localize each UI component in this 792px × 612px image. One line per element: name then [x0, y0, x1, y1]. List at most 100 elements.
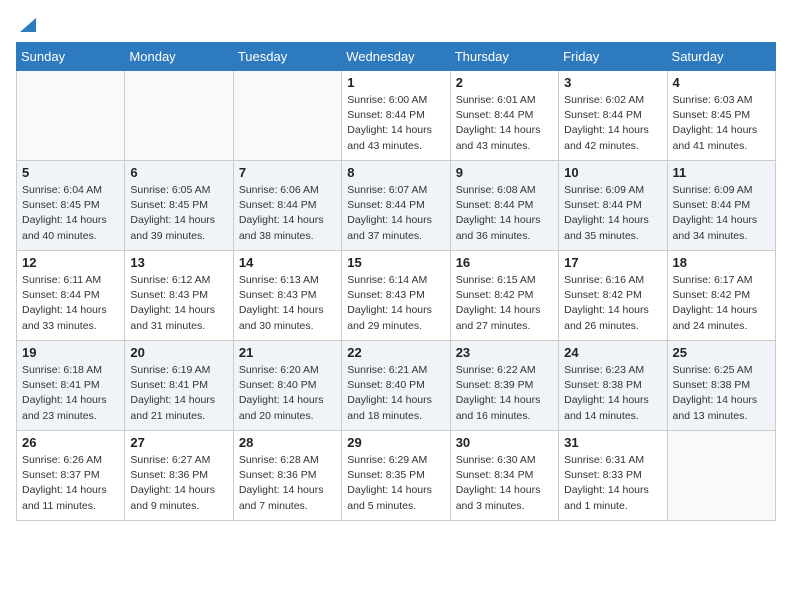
day-info: Sunrise: 6:26 AM Sunset: 8:37 PM Dayligh…	[22, 453, 119, 514]
day-info: Sunrise: 6:07 AM Sunset: 8:44 PM Dayligh…	[347, 183, 444, 244]
calendar-cell: 6 Sunrise: 6:05 AM Sunset: 8:45 PM Daylig…	[125, 161, 233, 251]
day-number: 2	[456, 75, 553, 90]
week-row-1: 1Sunrise: 6:00 AM Sunset: 8:44 PM Daylig…	[17, 71, 776, 161]
calendar-cell: 15 Sunrise: 6:14 AM Sunset: 8:43 PM Dayli…	[342, 251, 450, 341]
calendar-cell: 30 Sunrise: 6:30 AM Sunset: 8:34 PM Dayli…	[450, 431, 558, 521]
day-number: 24	[564, 345, 661, 360]
calendar-cell: 7 Sunrise: 6:06 AM Sunset: 8:44 PM Daylig…	[233, 161, 341, 251]
day-number: 26	[22, 435, 119, 450]
day-number: 19	[22, 345, 119, 360]
weekday-header-wednesday: Wednesday	[342, 43, 450, 71]
logo	[16, 16, 38, 30]
day-number: 18	[673, 255, 770, 270]
day-info: Sunrise: 6:29 AM Sunset: 8:35 PM Dayligh…	[347, 453, 444, 514]
calendar-cell: 17 Sunrise: 6:16 AM Sunset: 8:42 PM Dayli…	[559, 251, 667, 341]
day-info: Sunrise: 6:23 AM Sunset: 8:38 PM Dayligh…	[564, 363, 661, 424]
calendar-cell	[17, 71, 125, 161]
week-row-5: 26 Sunrise: 6:26 AM Sunset: 8:37 PM Dayli…	[17, 431, 776, 521]
day-info: Sunrise: 6:11 AM Sunset: 8:44 PM Dayligh…	[22, 273, 119, 334]
day-info: Sunrise: 6:14 AM Sunset: 8:43 PM Dayligh…	[347, 273, 444, 334]
day-info: Sunrise: 6:31 AM Sunset: 8:33 PM Dayligh…	[564, 453, 661, 514]
calendar-cell: 24 Sunrise: 6:23 AM Sunset: 8:38 PM Dayli…	[559, 341, 667, 431]
calendar-cell: 10Sunrise: 6:09 AM Sunset: 8:44 PM Dayli…	[559, 161, 667, 251]
day-info: Sunrise: 6:22 AM Sunset: 8:39 PM Dayligh…	[456, 363, 553, 424]
day-number: 20	[130, 345, 227, 360]
day-info: Sunrise: 6:03 AM Sunset: 8:45 PM Dayligh…	[673, 93, 770, 154]
weekday-header-sunday: Sunday	[17, 43, 125, 71]
day-number: 10	[564, 165, 661, 180]
day-number: 16	[456, 255, 553, 270]
day-number: 9	[456, 165, 553, 180]
page-header	[16, 16, 776, 30]
calendar-cell: 23 Sunrise: 6:22 AM Sunset: 8:39 PM Dayli…	[450, 341, 558, 431]
day-number: 15	[347, 255, 444, 270]
weekday-header-thursday: Thursday	[450, 43, 558, 71]
calendar-cell	[125, 71, 233, 161]
day-info: Sunrise: 6:20 AM Sunset: 8:40 PM Dayligh…	[239, 363, 336, 424]
calendar-cell: 13Sunrise: 6:12 AM Sunset: 8:43 PM Dayli…	[125, 251, 233, 341]
calendar-cell: 25 Sunrise: 6:25 AM Sunset: 8:38 PM Dayli…	[667, 341, 775, 431]
day-number: 3	[564, 75, 661, 90]
calendar-cell: 22 Sunrise: 6:21 AM Sunset: 8:40 PM Dayli…	[342, 341, 450, 431]
week-row-3: 12 Sunrise: 6:11 AM Sunset: 8:44 PM Dayli…	[17, 251, 776, 341]
day-info: Sunrise: 6:16 AM Sunset: 8:42 PM Dayligh…	[564, 273, 661, 334]
calendar-cell: 16 Sunrise: 6:15 AM Sunset: 8:42 PM Dayli…	[450, 251, 558, 341]
day-info: Sunrise: 6:06 AM Sunset: 8:44 PM Dayligh…	[239, 183, 336, 244]
calendar-cell: 26 Sunrise: 6:26 AM Sunset: 8:37 PM Dayli…	[17, 431, 125, 521]
day-number: 29	[347, 435, 444, 450]
calendar-table: SundayMondayTuesdayWednesdayThursdayFrid…	[16, 42, 776, 521]
calendar-cell	[233, 71, 341, 161]
day-info: Sunrise: 6:08 AM Sunset: 8:44 PM Dayligh…	[456, 183, 553, 244]
day-number: 7	[239, 165, 336, 180]
day-number: 31	[564, 435, 661, 450]
calendar-cell: 3 Sunrise: 6:02 AM Sunset: 8:44 PM Daylig…	[559, 71, 667, 161]
day-info: Sunrise: 6:09 AM Sunset: 8:44 PM Dayligh…	[673, 183, 770, 244]
day-info: Sunrise: 6:00 AM Sunset: 8:44 PM Dayligh…	[347, 93, 444, 154]
calendar-cell	[667, 431, 775, 521]
day-number: 22	[347, 345, 444, 360]
day-info: Sunrise: 6:13 AM Sunset: 8:43 PM Dayligh…	[239, 273, 336, 334]
day-info: Sunrise: 6:21 AM Sunset: 8:40 PM Dayligh…	[347, 363, 444, 424]
day-info: Sunrise: 6:04 AM Sunset: 8:45 PM Dayligh…	[22, 183, 119, 244]
calendar-cell: 4Sunrise: 6:03 AM Sunset: 8:45 PM Daylig…	[667, 71, 775, 161]
day-number: 27	[130, 435, 227, 450]
day-info: Sunrise: 6:02 AM Sunset: 8:44 PM Dayligh…	[564, 93, 661, 154]
day-info: Sunrise: 6:25 AM Sunset: 8:38 PM Dayligh…	[673, 363, 770, 424]
calendar-cell: 19 Sunrise: 6:18 AM Sunset: 8:41 PM Dayli…	[17, 341, 125, 431]
day-number: 12	[22, 255, 119, 270]
day-number: 30	[456, 435, 553, 450]
calendar-cell: 28Sunrise: 6:28 AM Sunset: 8:36 PM Dayli…	[233, 431, 341, 521]
weekday-header-saturday: Saturday	[667, 43, 775, 71]
day-info: Sunrise: 6:30 AM Sunset: 8:34 PM Dayligh…	[456, 453, 553, 514]
calendar-cell: 27 Sunrise: 6:27 AM Sunset: 8:36 PM Dayli…	[125, 431, 233, 521]
weekday-header-row: SundayMondayTuesdayWednesdayThursdayFrid…	[17, 43, 776, 71]
day-number: 17	[564, 255, 661, 270]
day-info: Sunrise: 6:18 AM Sunset: 8:41 PM Dayligh…	[22, 363, 119, 424]
day-info: Sunrise: 6:27 AM Sunset: 8:36 PM Dayligh…	[130, 453, 227, 514]
calendar-cell: 29 Sunrise: 6:29 AM Sunset: 8:35 PM Dayli…	[342, 431, 450, 521]
calendar-cell: 1Sunrise: 6:00 AM Sunset: 8:44 PM Daylig…	[342, 71, 450, 161]
day-number: 5	[22, 165, 119, 180]
day-number: 8	[347, 165, 444, 180]
day-info: Sunrise: 6:05 AM Sunset: 8:45 PM Dayligh…	[130, 183, 227, 244]
day-info: Sunrise: 6:15 AM Sunset: 8:42 PM Dayligh…	[456, 273, 553, 334]
calendar-cell: 5 Sunrise: 6:04 AM Sunset: 8:45 PM Daylig…	[17, 161, 125, 251]
day-number: 11	[673, 165, 770, 180]
calendar-cell: 9 Sunrise: 6:08 AM Sunset: 8:44 PM Daylig…	[450, 161, 558, 251]
day-info: Sunrise: 6:19 AM Sunset: 8:41 PM Dayligh…	[130, 363, 227, 424]
day-number: 23	[456, 345, 553, 360]
calendar-cell: 8 Sunrise: 6:07 AM Sunset: 8:44 PM Daylig…	[342, 161, 450, 251]
calendar-cell: 31 Sunrise: 6:31 AM Sunset: 8:33 PM Dayli…	[559, 431, 667, 521]
day-number: 25	[673, 345, 770, 360]
calendar-cell: 14 Sunrise: 6:13 AM Sunset: 8:43 PM Dayli…	[233, 251, 341, 341]
week-row-2: 5 Sunrise: 6:04 AM Sunset: 8:45 PM Daylig…	[17, 161, 776, 251]
day-info: Sunrise: 6:01 AM Sunset: 8:44 PM Dayligh…	[456, 93, 553, 154]
day-info: Sunrise: 6:12 AM Sunset: 8:43 PM Dayligh…	[130, 273, 227, 334]
calendar-cell: 21Sunrise: 6:20 AM Sunset: 8:40 PM Dayli…	[233, 341, 341, 431]
logo-triangle-icon	[18, 14, 38, 34]
day-number: 14	[239, 255, 336, 270]
calendar-cell: 11 Sunrise: 6:09 AM Sunset: 8:44 PM Dayli…	[667, 161, 775, 251]
day-number: 6	[130, 165, 227, 180]
weekday-header-friday: Friday	[559, 43, 667, 71]
calendar-cell: 20 Sunrise: 6:19 AM Sunset: 8:41 PM Dayli…	[125, 341, 233, 431]
